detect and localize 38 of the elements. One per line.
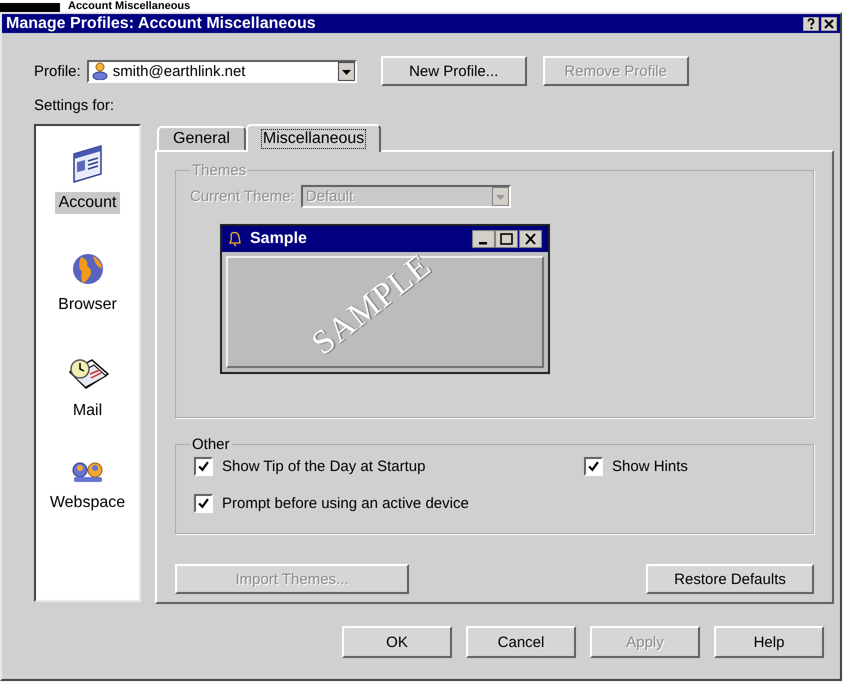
window-title: Manage Profiles: Account Miscellaneous	[6, 14, 316, 32]
checkbox-label: Prompt before using an active device	[222, 495, 469, 512]
themes-legend: Themes	[190, 162, 248, 179]
checkmark-icon	[588, 461, 599, 472]
checkbox-label: Show Hints	[612, 458, 688, 475]
category-item[interactable]: Webspace	[46, 492, 130, 514]
category-item[interactable]: Account	[54, 192, 120, 214]
checkmark-icon	[198, 498, 209, 509]
globe-icon[interactable]	[70, 252, 104, 286]
settings-for-label: Settings for:	[34, 97, 116, 114]
current-theme-label: Current Theme:	[190, 188, 295, 205]
dialog-button[interactable]: OK	[342, 626, 452, 658]
header-bar	[0, 3, 60, 12]
address-card-icon[interactable]	[70, 144, 104, 184]
other-legend: Other	[190, 436, 232, 453]
checkbox[interactable]	[194, 457, 213, 476]
profile-button[interactable]: New Profile...	[380, 56, 527, 86]
profile-label: Profile:	[34, 62, 81, 80]
checkbox[interactable]	[584, 457, 603, 476]
bell-icon	[228, 231, 242, 247]
category-item[interactable]: Mail	[68, 400, 106, 422]
people-icon[interactable]	[70, 460, 106, 484]
checkbox[interactable]	[194, 494, 213, 513]
checkbox-label: Show Tip of the Day at Startup	[222, 458, 426, 475]
window-controls-icon	[472, 230, 542, 248]
page-heading: Account Miscellaneous	[68, 0, 190, 12]
dialog-button[interactable]: Cancel	[466, 626, 576, 658]
dialog-button[interactable]: Help	[714, 626, 824, 658]
checkmark-icon	[198, 461, 209, 472]
tab[interactable]: General	[157, 126, 246, 150]
person-icon	[92, 62, 108, 80]
help-icon[interactable]	[803, 16, 819, 30]
panel-button[interactable]: Restore Defaults	[646, 564, 814, 594]
category-item[interactable]: Browser	[54, 294, 121, 316]
close-icon[interactable]	[821, 16, 837, 30]
profile-dropdown[interactable]: smith@earthlink.net	[86, 60, 357, 82]
tab[interactable]: Miscellaneous	[246, 124, 382, 152]
preview-title: Sample	[250, 230, 308, 248]
